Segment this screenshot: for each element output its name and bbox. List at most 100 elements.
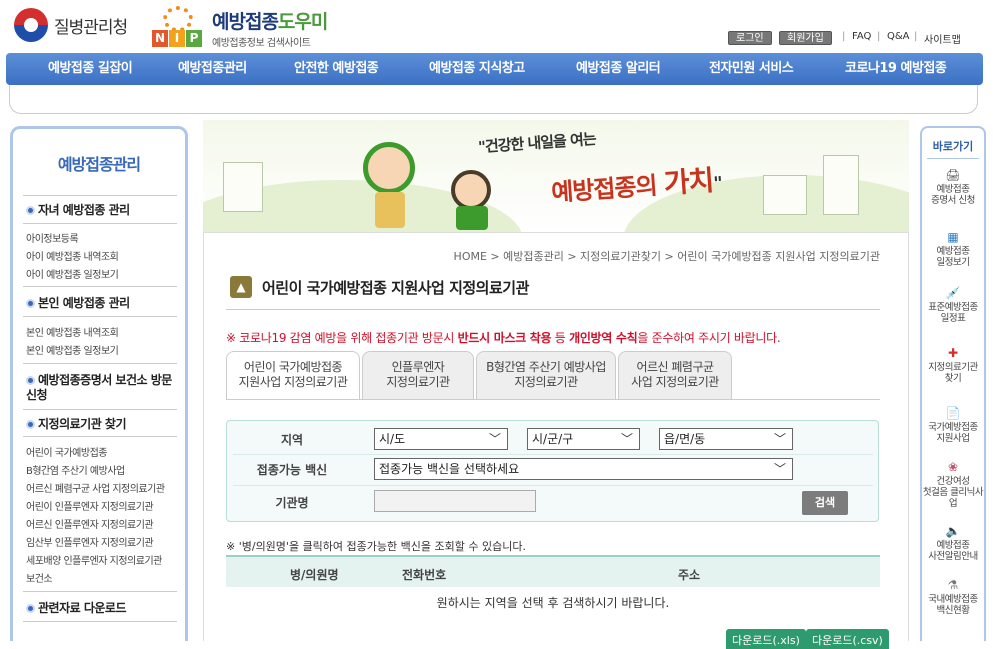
agency-name[interactable]: 질병관리청 [54,13,128,38]
site-subtitle: 예방접종정보 검색사이트 [212,38,311,49]
sidebar-link[interactable]: B형간염 주산기 예방사업 [26,462,125,477]
quick-links-title: 바로가기 [932,140,974,153]
boy-character-icon [363,142,415,194]
sitemap-link[interactable]: 사이트맵 [924,31,961,46]
quick-link-standard-schedule[interactable]: 💉 표준예방접종 일정표 [922,286,984,324]
nav-e-service[interactable]: 전자민원 서비스 [709,53,794,85]
house-illustration [763,175,807,215]
vaccine-select[interactable]: 접종가능 백신을 선택하세요 ﹀ [374,458,793,480]
download-xls-button[interactable]: 다운로드(.xls) [726,629,806,649]
quick-link-women-clinic[interactable]: ❀ 건강여성 첫걸음 클리닉사업 [922,460,984,509]
sidebar-link[interactable]: 임산부 인플루엔자 지정의료기관 [26,534,154,549]
tab-hepatitis-b[interactable]: B형간염 주산기 예방사업 지정의료기관 [476,351,616,399]
sidebar-section-certificate[interactable]: 예방접종증명서 보건소 방문신청 [26,373,181,403]
download-csv-button[interactable]: 다운로드(.csv) [806,629,889,649]
printer-icon: 🖨 [945,168,961,182]
sidebar-link[interactable]: 본인 예방접종 내역조회 [26,324,119,339]
girl-character-icon [451,170,491,210]
sidebar-link[interactable]: 어린이 인플루엔자 지정의료기관 [26,498,154,513]
sidebar-section-find-clinic[interactable]: 지정의료기관 찾기 [26,417,181,432]
bullet-icon [26,376,35,385]
house-illustration [223,162,263,212]
nav-knowledge[interactable]: 예방접종 지식창고 [429,53,525,85]
sidebar-link[interactable]: 보건소 [26,570,53,585]
sidebar-link[interactable]: 아이 예방접종 일정보기 [26,266,119,281]
kdca-logo-icon[interactable] [14,8,48,42]
sidebar-section-child[interactable]: 자녀 예방접종 관리 [26,203,181,218]
search-button[interactable]: 검색 [802,491,848,515]
calendar-icon: ▦ [947,230,959,244]
sidebar-section-downloads[interactable]: 관련자료 다운로드 [26,601,181,616]
qna-link[interactable]: Q&A [887,31,910,45]
search-form: 지역 시/도 ﹀ 시/군/구 ﹀ 읍/면/동 ﹀ 접종가능 백신 접종가능 백신을 선… [226,420,879,522]
triangle-icon: ▲ [230,276,252,298]
vaccine-label: 접종가능 백신 [256,463,328,477]
sido-select[interactable]: 시/도 ﹀ [374,428,508,450]
sub-nav-bar [9,85,978,114]
quick-link-schedule[interactable]: ▦ 예방접종 일정보기 [922,230,984,268]
org-name-label: 기관명 [275,496,309,510]
bullet-icon [26,299,35,308]
sidebar-link[interactable]: 본인 예방접종 일정보기 [26,342,119,357]
chevron-down-icon: ﹀ [620,432,633,446]
bullet-icon [26,604,35,613]
quick-link-find-clinic[interactable]: ✚ 지정의료기관 찾기 [922,346,984,384]
bullet-icon [26,206,35,215]
breadcrumb[interactable]: HOME > 예방접종관리 > 지정의료기관찾기 > 어린이 국가예방접종 지원… [454,248,880,264]
speaker-icon: 🔈 [945,524,961,538]
vial-icon: ⚗ [947,578,959,592]
syringe-icon: 💉 [945,286,961,300]
main-nav: 예방접종 길잡이 예방접종관리 안전한 예방접종 예방접종 지식창고 예방접종 … [6,53,983,85]
nav-safety[interactable]: 안전한 예방접종 [294,53,379,85]
column-header: 전화번호 [402,568,447,582]
sidebar-link[interactable]: 어린이 국가예방접종 [26,444,107,459]
tab-child-vaccination[interactable]: 어린이 국가예방접종 지원사업 지정의료기관 [226,351,360,400]
region-label: 지역 [280,433,304,447]
left-sidebar: 예방접종관리 자녀 예방접종 관리 아이정보등록 아이 예방접종 내역조회 아이… [10,126,188,641]
nav-covid19[interactable]: 코로나19 예방접종 [845,53,947,85]
site-header: 질병관리청 N I P 예방접종도우미 예방접종정보 검색사이트 로그인 회원가… [0,0,1001,52]
eupmyeondong-select[interactable]: 읍/면/동 ﹀ [659,428,793,450]
page-title: 어린이 국가예방접종 지원사업 지정의료기관 [262,279,529,297]
chevron-down-icon: ﹀ [773,432,786,446]
nav-alert[interactable]: 예방접종 알리터 [576,53,661,85]
column-header: 주소 [678,568,701,582]
quick-link-vaccine-status[interactable]: ⚗ 국내예방접종 백신현황 [922,578,984,616]
document-icon: 📄 [945,406,961,420]
tab-pneumococcal[interactable]: 어르신 폐렴구균 사업 지정의료기관 [618,351,732,399]
chevron-down-icon: ﹀ [773,462,786,476]
banner-slogan-line1: "건강한 내일을 여는 [477,129,597,157]
bullet-icon [26,420,35,429]
column-header: 병/의원명 [290,568,339,582]
sidebar-link[interactable]: 세포배양 인플루엔자 지정의료기관 [26,552,162,567]
tab-influenza[interactable]: 인플루엔자 지정의료기관 [362,351,474,399]
site-title[interactable]: 예방접종도우미 [212,7,328,34]
faq-link[interactable]: FAQ [852,31,871,45]
sidebar-link[interactable]: 아이정보등록 [26,230,79,245]
quick-link-pre-notice[interactable]: 🔈 예방접종 사전알림안내 [922,524,984,562]
nav-management[interactable]: 예방접종관리 [178,53,247,85]
org-name-input[interactable] [374,490,536,512]
result-table-header: 병/의원명 전화번호 주소 [226,555,880,587]
main-content: HOME > 예방접종관리 > 지정의료기관찾기 > 어린이 국가예방접종 지원… [203,232,909,649]
sidebar-link[interactable]: 어르신 인플루엔자 지정의료기관 [26,516,154,531]
hero-banner: "건강한 내일을 여는 예방접종의 가치" [203,120,909,232]
clinic-icon: ❀ [947,460,959,474]
hospital-icon: ✚ [947,346,959,360]
sidebar-link[interactable]: 아이 예방접종 내역조회 [26,248,119,263]
sidebar-title: 예방접종관리 [57,155,141,174]
covid-notice: ※ 코로나19 감염 예방을 위해 접종기관 방문시 반드시 마스크 착용 등 … [226,331,781,345]
sidebar-section-self[interactable]: 본인 예방접종 관리 [26,296,181,311]
quick-links-panel: 바로가기 🖨 예방접종 증명서 신청 ▦ 예방접종 일정보기 💉 표준예방접종 일정표… [920,126,986,641]
quick-link-certificate[interactable]: 🖨 예방접종 증명서 신청 [922,168,984,206]
nav-guide[interactable]: 예방접종 길잡이 [48,53,133,85]
quick-link-national-program[interactable]: 📄 국가예방접종 지원사업 [922,406,984,444]
sigungu-select[interactable]: 시/군/구 ﹀ [527,428,640,450]
join-button[interactable]: 회원가입 [779,31,832,45]
nip-logo-icon[interactable]: N I P [152,6,204,48]
chevron-down-icon: ﹀ [488,432,501,446]
table-hint: ※ '병/의원명'을 클릭하여 접종가능한 백신을 조회할 수 있습니다. [226,540,526,553]
house-illustration [823,155,859,215]
login-button[interactable]: 로그인 [728,31,772,45]
sidebar-link[interactable]: 어르신 폐렴구균 사업 지정의료기관 [26,480,165,495]
